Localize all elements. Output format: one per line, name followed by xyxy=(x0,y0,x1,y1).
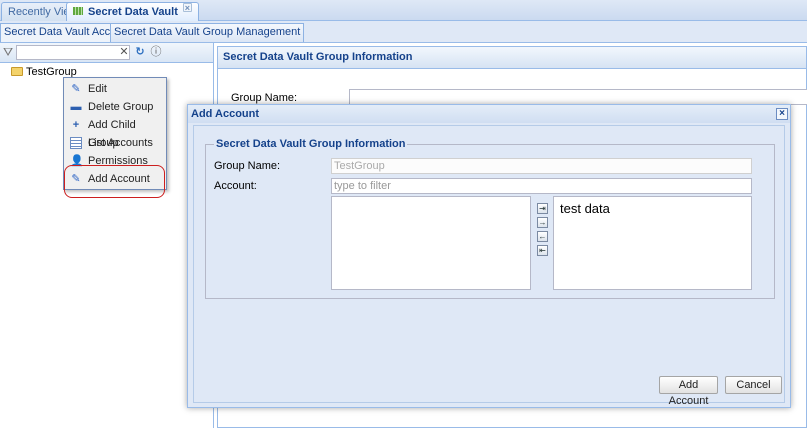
menu-item-list-accounts[interactable]: List Accounts xyxy=(66,134,164,152)
tree-toolbar: ⛛ ✕ ↻ ⓘ xyxy=(0,43,213,63)
close-icon[interactable]: × xyxy=(776,108,788,120)
account-label: Account: xyxy=(214,180,257,192)
tab-secret-data-vault[interactable]: Secret Data Vault × xyxy=(66,2,199,22)
vault-tab-icon xyxy=(73,7,83,16)
available-accounts-list[interactable] xyxy=(331,196,531,290)
move-left-icon[interactable]: ← xyxy=(537,231,548,242)
menu-item-label: Edit xyxy=(88,83,107,95)
move-all-right-icon[interactable]: → xyxy=(537,217,548,228)
pencil-icon: ✎ xyxy=(71,83,81,95)
plus-icon: + xyxy=(72,119,80,131)
list-item[interactable]: test data xyxy=(560,201,610,216)
window-title: Add Account xyxy=(188,105,790,123)
account-filter-input[interactable] xyxy=(331,178,752,194)
tab-label: Secret Data Vault xyxy=(88,6,178,18)
fieldset-legend: Secret Data Vault Group Information xyxy=(214,138,408,150)
annotation-highlight-ring xyxy=(64,165,165,198)
move-all-left-icon[interactable]: ⇤ xyxy=(537,245,548,256)
group-name-label: Group Name: xyxy=(214,160,281,172)
menu-item-label: Delete Group xyxy=(88,101,154,113)
tab-vault-group-management[interactable]: Secret Data Vault Group Management xyxy=(110,23,305,42)
menu-item-add-child-group[interactable]: + Add Child Group xyxy=(66,116,164,149)
close-icon[interactable]: × xyxy=(182,2,192,12)
group-name-label: Group Name: xyxy=(231,92,298,104)
tab-label: Secret Data Vault Group Management xyxy=(114,26,301,38)
refresh-icon[interactable]: ↻ xyxy=(134,46,146,59)
selected-accounts-list[interactable]: test data xyxy=(553,196,752,290)
group-name-field xyxy=(331,158,752,174)
group-info-header: Secret Data Vault Group Information xyxy=(218,47,806,69)
cancel-button[interactable]: Cancel xyxy=(725,376,782,394)
group-info-fieldset: Secret Data Vault Group Information Grou… xyxy=(205,138,775,299)
main-tab-strip: Recently View Secret Data Vault × xyxy=(0,0,807,22)
tree-search-input[interactable] xyxy=(16,45,130,60)
window-body: Secret Data Vault Group Information Grou… xyxy=(193,125,785,407)
group-name-field[interactable] xyxy=(349,89,807,105)
info-icon[interactable]: ⓘ xyxy=(150,46,162,59)
clear-search-icon[interactable]: ✕ xyxy=(118,46,130,59)
sub-tab-strip: Secret Data Vault Accounts Secret Data V… xyxy=(0,21,807,43)
filter-icon: ⛛ xyxy=(3,45,14,59)
move-right-icon[interactable]: ⇥ xyxy=(537,203,548,214)
menu-item-edit[interactable]: ✎ Edit xyxy=(66,80,164,98)
add-account-window: Add Account × Secret Data Vault Group In… xyxy=(187,104,791,408)
folder-icon xyxy=(11,66,23,76)
menu-item-delete-group[interactable]: ▬ Delete Group xyxy=(66,98,164,116)
menu-item-label: List Accounts xyxy=(88,137,153,149)
list-icon xyxy=(70,137,82,149)
minus-icon: ▬ xyxy=(70,101,82,113)
add-account-button[interactable]: Add Account xyxy=(659,376,718,407)
